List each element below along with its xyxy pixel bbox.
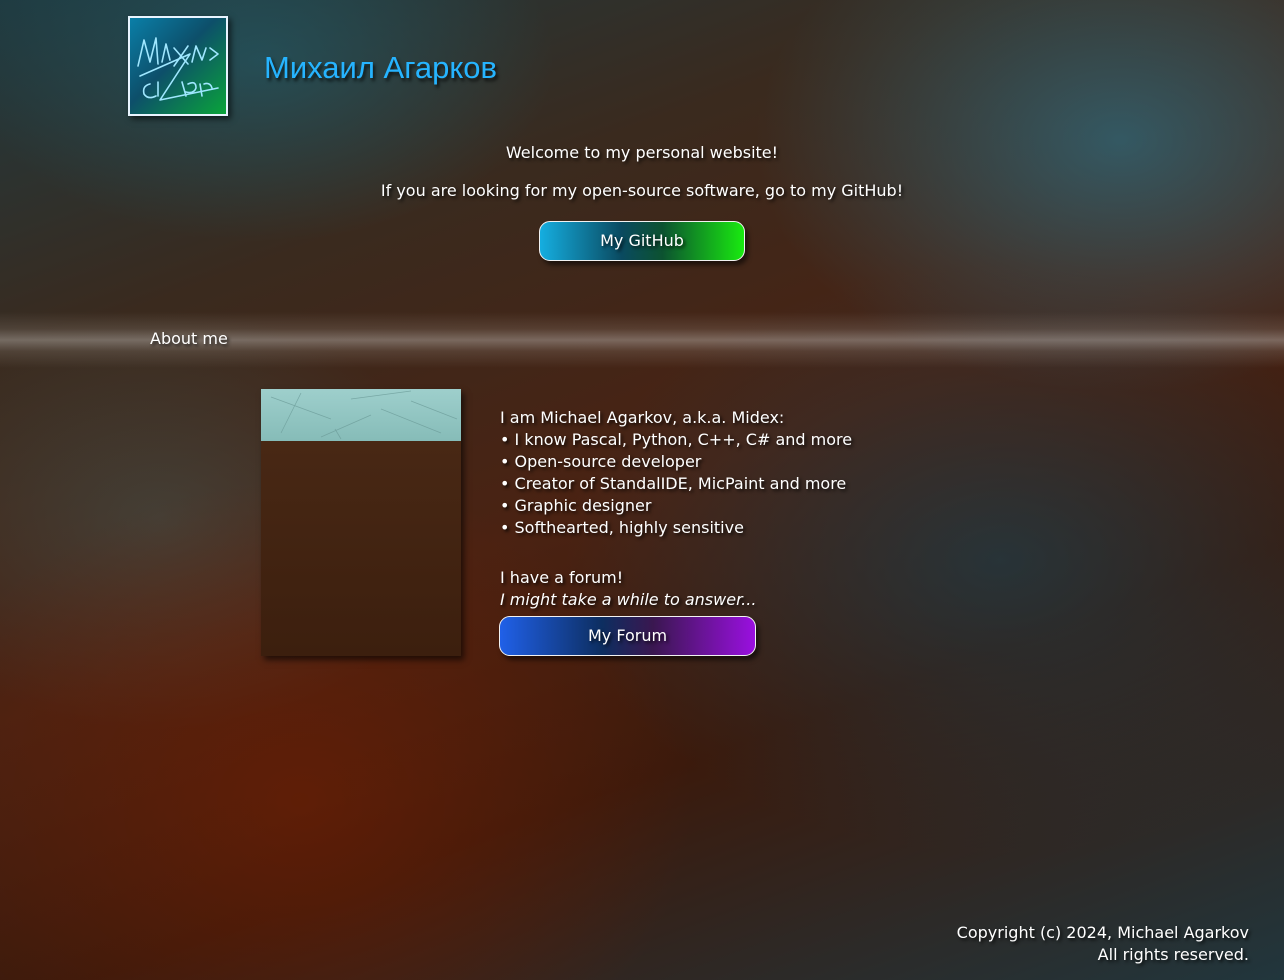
signature-logo-icon	[137, 37, 219, 101]
welcome-text: Welcome to my personal website!	[505, 143, 779, 162]
about-item-designer: • Graphic designer	[500, 496, 652, 515]
github-hint-text: If you are looking for my open-source so…	[380, 181, 904, 200]
about-item-languages: • I know Pascal, Python, C++, C# and mor…	[500, 430, 853, 449]
github-button[interactable]: My GitHub	[539, 221, 745, 261]
about-item-creator: • Creator of StandalIDE, MicPaint and mo…	[500, 474, 847, 493]
footer: Copyright (c) 2024, Michael Agarkov All …	[957, 922, 1249, 966]
about-item-developer: • Open-source developer	[500, 452, 702, 471]
rights-text: All rights reserved.	[1097, 945, 1249, 964]
profile-photo	[261, 389, 461, 656]
about-intro: I am Michael Agarkov, a.k.a. Midex:	[500, 408, 785, 427]
about-heading: About me	[150, 329, 228, 348]
copyright-text: Copyright (c) 2024, Michael Agarkov	[956, 923, 1249, 942]
about-description: I am Michael Agarkov, a.k.a. Midex: • I …	[500, 407, 920, 611]
about-spacer	[500, 539, 920, 567]
forum-button[interactable]: My Forum	[499, 616, 756, 656]
about-item-personality: • Softhearted, highly sensitive	[500, 518, 744, 537]
page-title: Михаил Агарков	[264, 50, 497, 85]
photo-scratches-icon	[270, 390, 458, 440]
site-logo[interactable]	[128, 16, 228, 116]
forum-note: I might take a while to answer...	[500, 590, 757, 609]
forum-line: I have a forum!	[500, 568, 624, 587]
